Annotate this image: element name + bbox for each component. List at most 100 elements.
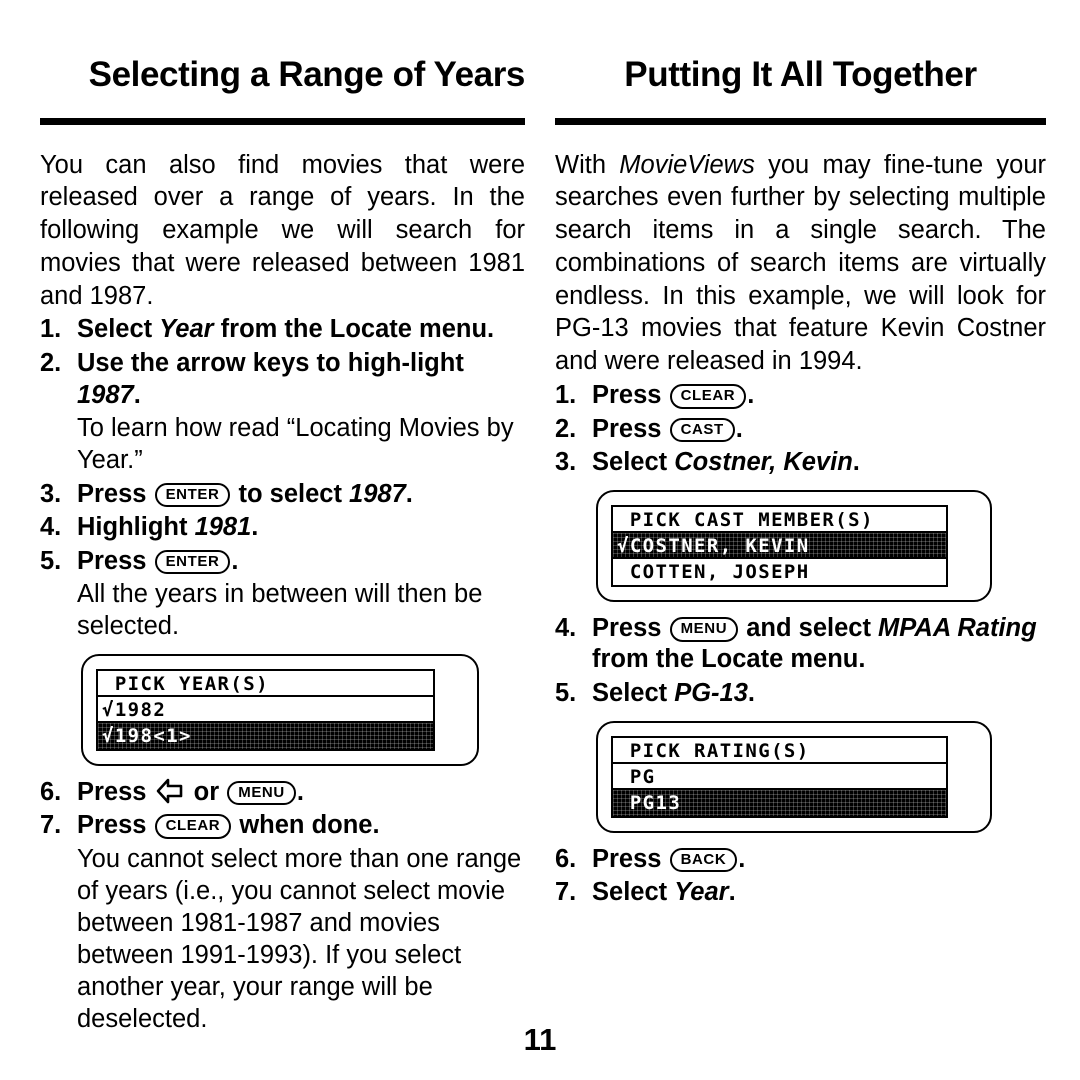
- clear-key[interactable]: CLEAR: [669, 383, 747, 409]
- text-run: .: [852, 448, 860, 477]
- lcd-row-selected[interactable]: √198<1>: [98, 722, 433, 749]
- step-row: 4. Press MENU and select MPAA Rating from…: [555, 613, 1046, 676]
- text-run: when done.: [232, 811, 380, 840]
- right-column: Putting It All Together With MovieViews …: [555, 34, 1046, 1036]
- text-run: Press: [77, 479, 154, 508]
- text-run: MPAA Rating: [878, 613, 1037, 642]
- step-text: Highlight 1981.: [77, 512, 525, 544]
- numbered-step: 3. Press ENTER to select 1987.: [40, 479, 525, 511]
- text-run: Select: [592, 878, 675, 907]
- lcd-screen: PICK RATING(S) PG PG13: [611, 735, 948, 818]
- text-run: from the Locate menu.: [213, 315, 495, 344]
- text-run: to select: [231, 479, 350, 508]
- step-number: 6.: [40, 777, 62, 806]
- text-run: Select: [592, 448, 675, 477]
- step-row: 3. Select Costner, Kevin.: [555, 447, 1046, 479]
- right-steps-list-mid: 4. Press MENU and select MPAA Rating from…: [555, 613, 1046, 710]
- step-number: 1.: [555, 380, 577, 409]
- lcd-row-selected[interactable]: √COSTNER, KEVIN: [613, 532, 946, 559]
- step-note: You cannot select more than one range of…: [77, 844, 522, 1034]
- numbered-step: 6. Press or MENU.: [40, 777, 525, 809]
- step-text: Press MENU and select MPAA Rating from t…: [592, 613, 1046, 676]
- cast-key[interactable]: CAST: [669, 417, 735, 443]
- menu-key[interactable]: MENU: [227, 780, 296, 806]
- text-run: .: [747, 380, 755, 409]
- step-number: 2.: [40, 349, 62, 378]
- numbered-step: 5. Press ENTER. All the years in between w…: [40, 546, 525, 643]
- back-key[interactable]: BACK: [669, 847, 738, 873]
- pick-rating-screen: PICK RATING(S) PG PG13: [596, 720, 992, 833]
- step-row: 4. Highlight 1981.: [40, 512, 525, 544]
- step-row: 2. Use the arrow keys to high-light 1987.: [40, 348, 525, 411]
- text-run: MovieViews: [619, 150, 755, 179]
- step-note: All the years in between will then be se…: [77, 580, 483, 641]
- text-run: .: [296, 777, 304, 806]
- step-number: 6.: [555, 844, 577, 873]
- step-text: Press ENTER to select 1987.: [77, 479, 525, 511]
- numbered-step: 2. Use the arrow keys to high-light 1987.…: [40, 348, 525, 476]
- step-number: 2.: [555, 414, 577, 443]
- lcd-row[interactable]: √1982: [98, 696, 433, 723]
- text-run: Select: [592, 679, 675, 708]
- numbered-step: 1. Select Year from the Locate menu.: [40, 314, 525, 346]
- pick-years-screen: PICK YEAR(S) √1982 √198<1>: [81, 653, 479, 766]
- step-number: 1.: [40, 315, 62, 344]
- step-row: 5. Press ENTER.: [40, 546, 525, 578]
- enter-key[interactable]: ENTER: [154, 482, 231, 508]
- text-run: With: [555, 150, 620, 179]
- step-text: Press CLEAR.: [592, 380, 1046, 412]
- numbered-step: 2. Press CAST.: [555, 414, 1046, 446]
- step-number: 7.: [40, 811, 62, 840]
- lcd-row[interactable]: PG: [613, 763, 946, 790]
- step-text: Press CAST.: [592, 414, 1046, 446]
- text-run: Year: [159, 315, 214, 344]
- text-run: you may fine-tune your searches even fur…: [555, 150, 1047, 376]
- lcd-row-selected[interactable]: PG13: [613, 789, 946, 816]
- step-row: 2. Press CAST.: [555, 414, 1046, 446]
- step-number: 3.: [40, 479, 62, 508]
- text-run: Press: [592, 414, 669, 443]
- clear-key[interactable]: CLEAR: [154, 814, 232, 839]
- left-column: Selecting a Range of Years You can also …: [40, 34, 525, 1036]
- numbered-step: 4. Highlight 1981.: [40, 512, 525, 544]
- text-run: .: [728, 878, 736, 907]
- text-run: .: [231, 546, 239, 575]
- text-run: Highlight: [77, 513, 195, 542]
- step-note: To learn how read “Locating Movies by Ye…: [77, 414, 514, 475]
- text-run: .: [405, 479, 413, 508]
- menu-key[interactable]: MENU: [669, 616, 739, 642]
- lcd-title-row: PICK YEAR(S): [98, 670, 433, 697]
- step-row: 1. Select Year from the Locate menu.: [40, 314, 525, 346]
- step-text: Press CLEAR when done.: [77, 810, 525, 842]
- text-run: from the Locate menu.: [592, 645, 866, 674]
- text-run: 1987: [77, 380, 134, 409]
- step-row: 7. Select Year.: [555, 877, 1046, 909]
- step-number: 4.: [40, 513, 62, 542]
- step-text: Select PG-13.: [592, 678, 1046, 710]
- text-run: .: [735, 414, 743, 443]
- step-number: 3.: [555, 448, 577, 477]
- right-steps-list-bottom: 6. Press BACK. 7. Select Year.: [555, 844, 1046, 909]
- step-text: Press BACK.: [592, 844, 1046, 876]
- right-steps-list-top: 1. Press CLEAR. 2. Press CAST. 3. Select Cost…: [555, 380, 1046, 479]
- text-run: .: [251, 513, 259, 542]
- lcd-row[interactable]: COTTEN, JOSEPH: [613, 558, 946, 585]
- step-number: 7.: [555, 878, 577, 907]
- enter-key[interactable]: ENTER: [154, 549, 231, 575]
- numbered-step: 5. Select PG-13.: [555, 678, 1046, 710]
- step-text: Press ENTER.: [77, 546, 525, 578]
- text-run: and select: [739, 613, 879, 642]
- numbered-step: 7. Select Year.: [555, 877, 1046, 909]
- left-page-title: Selecting a Range of Years: [88, 55, 526, 95]
- numbered-step: 1. Press CLEAR.: [555, 380, 1046, 412]
- pick-cast-screen: PICK CAST MEMBER(S) √COSTNER, KEVIN COTTE…: [596, 489, 992, 602]
- step-row: 6. Press BACK.: [555, 844, 1046, 876]
- text-run: Press: [592, 844, 669, 873]
- step-number: 4.: [555, 613, 577, 642]
- step-text: Select Year.: [592, 877, 1046, 909]
- left-arrow-key-icon[interactable]: [155, 777, 185, 805]
- step-row: 7. Press CLEAR when done.: [40, 810, 525, 842]
- text-run: Costner, Kevin: [674, 448, 853, 477]
- text-run: Select: [77, 315, 160, 344]
- text-run: .: [133, 380, 141, 409]
